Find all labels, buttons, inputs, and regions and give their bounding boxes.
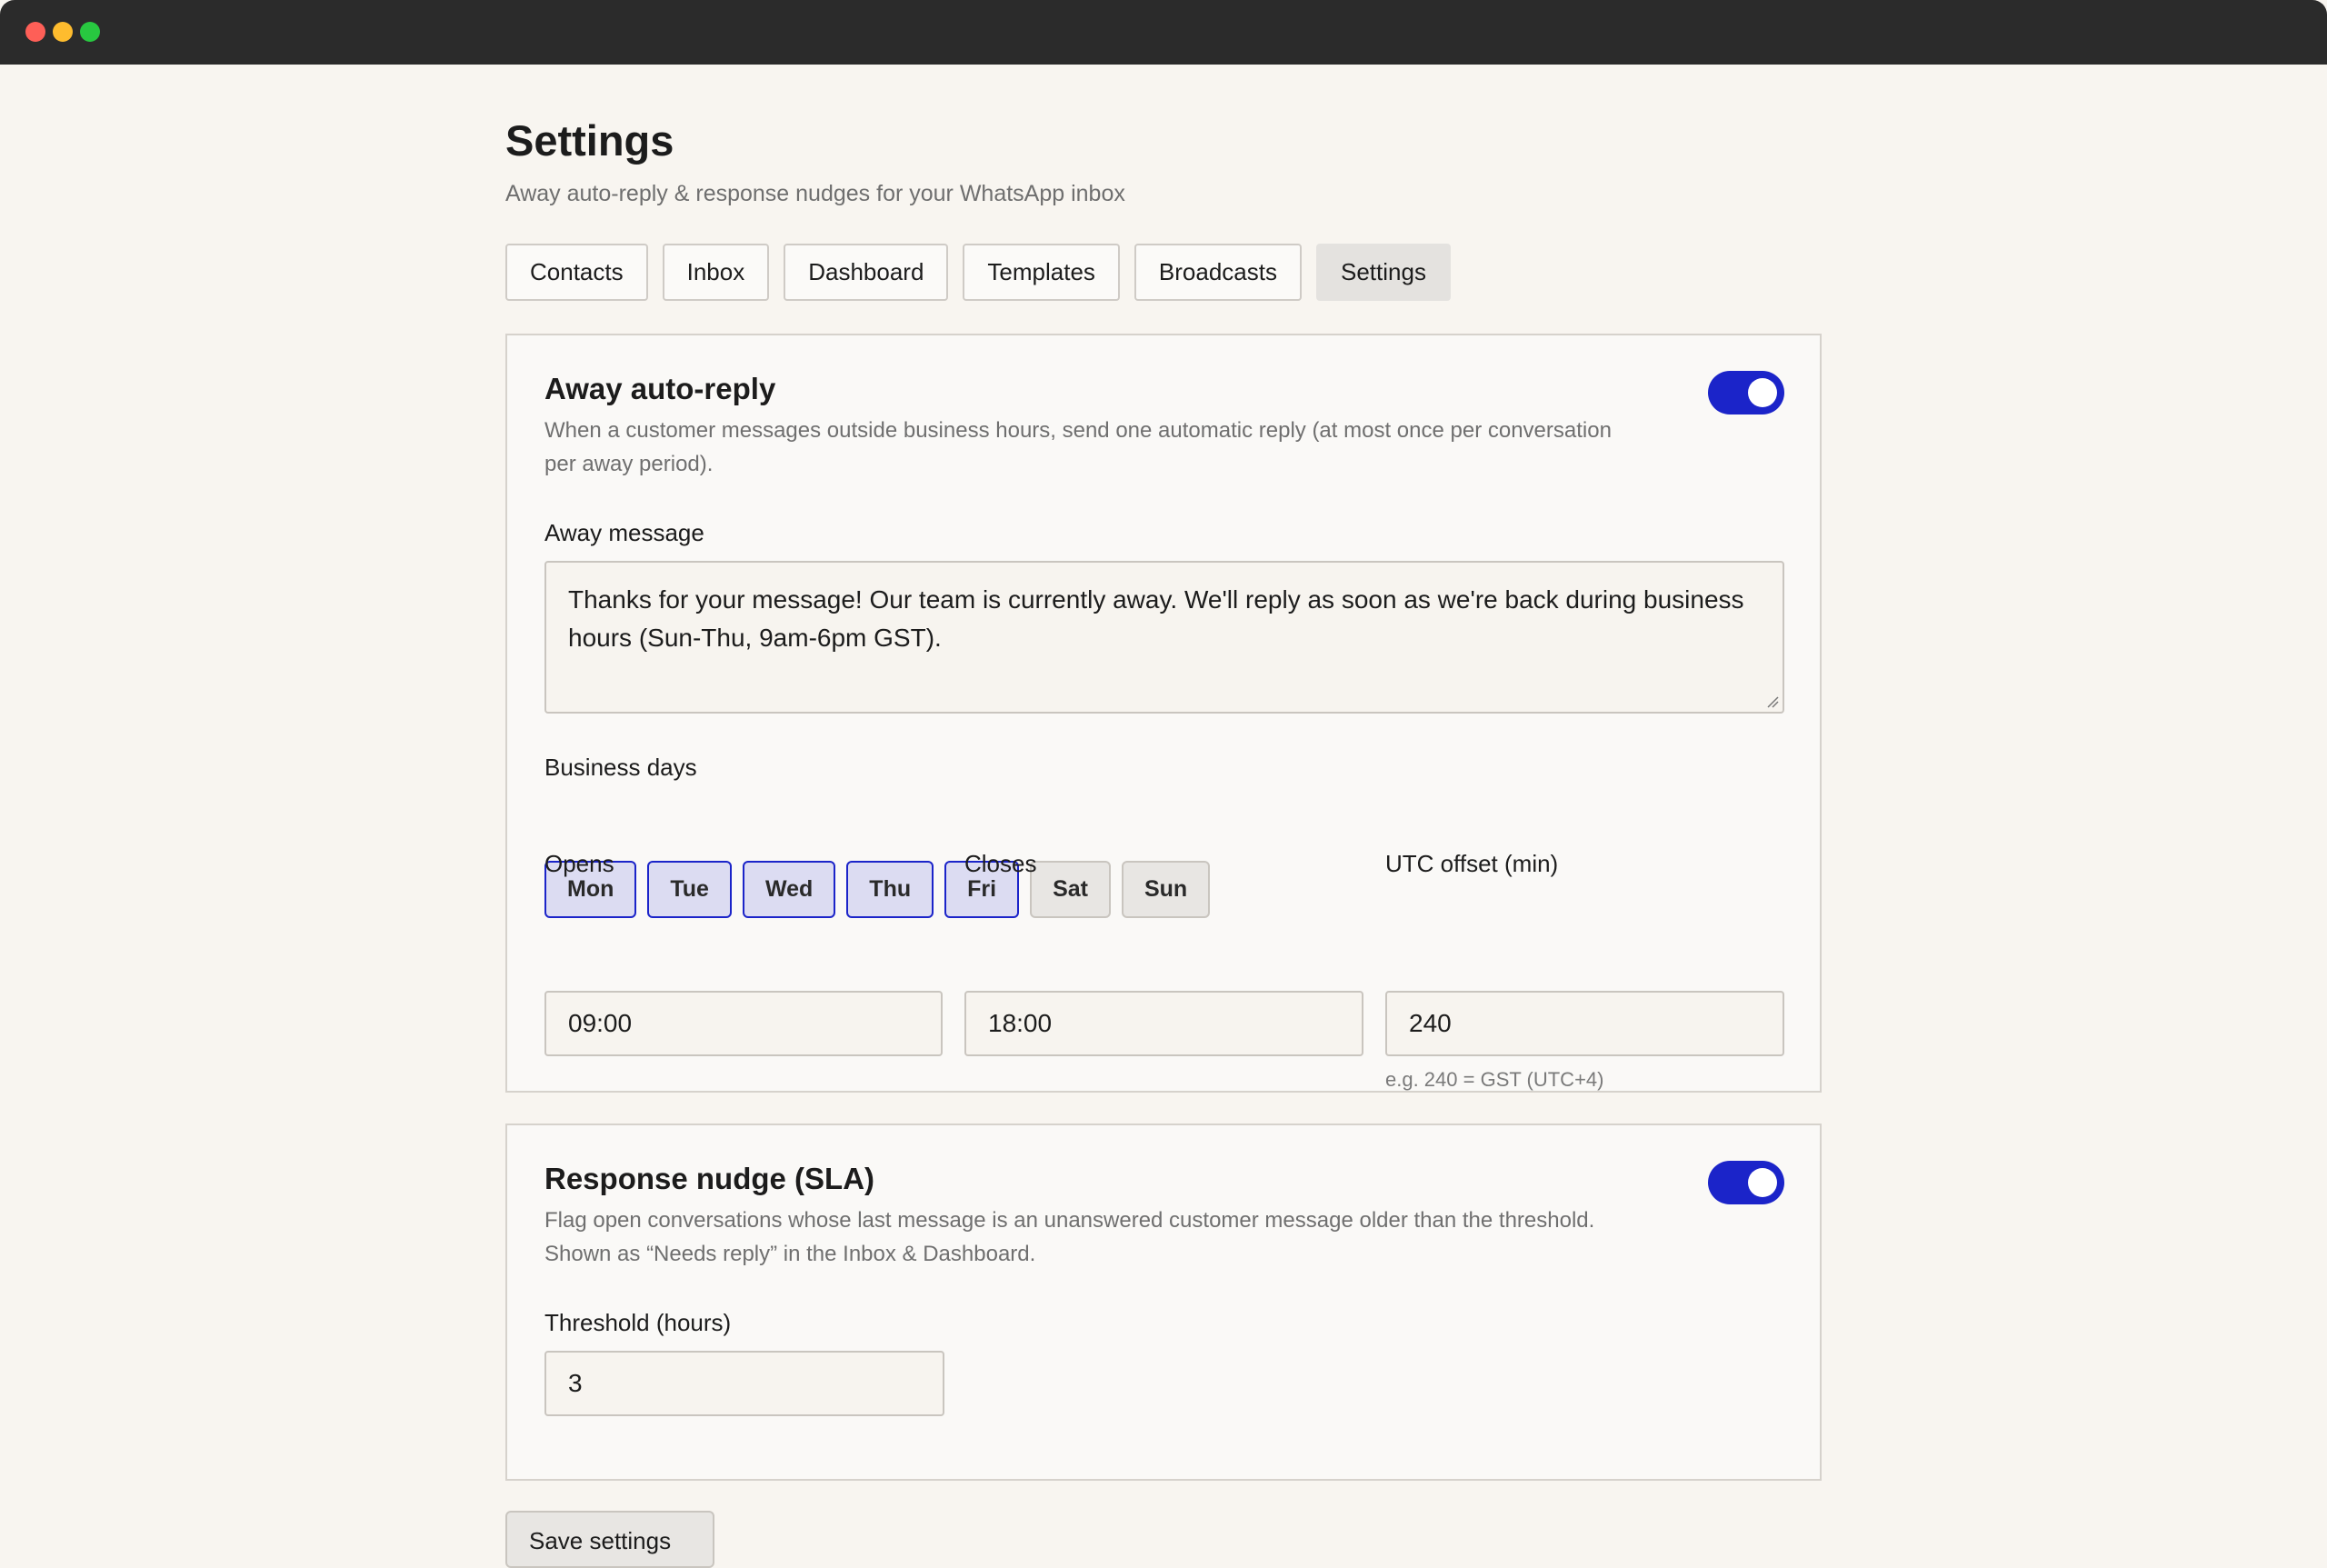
toggle-knob [1748, 378, 1777, 407]
day-toggle-tue[interactable]: Tue [647, 861, 732, 918]
threshold-hours-input[interactable]: 3 [544, 1351, 944, 1416]
away-message-text: Thanks for your message! Our team is cur… [568, 585, 1744, 652]
day-toggle-sat[interactable]: Sat [1030, 861, 1111, 918]
utc-offset-input[interactable]: 240 [1385, 991, 1784, 1056]
minimize-window-button[interactable] [53, 22, 73, 42]
nav-tabs: Contacts Inbox Dashboard Templates Broad… [505, 244, 1465, 301]
day-toggle-sun[interactable]: Sun [1121, 861, 1211, 918]
tab-dashboard[interactable]: Dashboard [784, 244, 949, 301]
tab-templates[interactable]: Templates [963, 244, 1120, 301]
response-nudge-title: Response nudge (SLA) [544, 1162, 875, 1195]
utc-offset-hint: e.g. 240 = GST (UTC+4) [1385, 1068, 1604, 1091]
business-days-label: Business days [544, 754, 697, 781]
close-window-button[interactable] [25, 22, 45, 42]
away-auto-reply-title: Away auto-reply [544, 372, 776, 405]
away-message-label: Away message [544, 519, 704, 546]
closes-time-input[interactable]: 18:00 [964, 991, 1363, 1056]
day-toggle-wed[interactable]: Wed [742, 861, 836, 918]
opens-time-input[interactable]: 09:00 [544, 991, 943, 1056]
tab-inbox[interactable]: Inbox [662, 244, 770, 301]
threshold-label: Threshold (hours) [544, 1309, 732, 1336]
utc-offset-label: UTC offset (min) [1385, 850, 1559, 877]
closes-label: Closes [964, 850, 1037, 877]
save-settings-button[interactable]: Save settings [505, 1511, 714, 1568]
tab-settings[interactable]: Settings [1316, 244, 1451, 301]
away-auto-reply-toggle[interactable] [1708, 371, 1784, 414]
day-toggle-thu[interactable]: Thu [846, 861, 934, 918]
away-auto-reply-card: Away auto-reply When a customer messages… [505, 334, 1822, 1093]
opens-label: Opens [544, 850, 614, 877]
resize-handle-icon[interactable] [1766, 695, 1779, 708]
away-auto-reply-description: When a customer messages outside busines… [544, 418, 1612, 476]
away-message-textarea[interactable]: Thanks for your message! Our team is cur… [544, 561, 1784, 714]
maximize-window-button[interactable] [80, 22, 100, 42]
page-title: Settings [505, 116, 674, 165]
page-subtitle: Away auto-reply & response nudges for yo… [505, 181, 1125, 206]
response-nudge-toggle[interactable] [1708, 1161, 1784, 1204]
window-titlebar [0, 0, 2327, 65]
business-days-group: Mon Tue Wed Thu Fri Sat Sun [544, 861, 1221, 918]
tab-broadcasts[interactable]: Broadcasts [1134, 244, 1302, 301]
tab-contacts[interactable]: Contacts [505, 244, 648, 301]
toggle-knob [1748, 1168, 1777, 1197]
response-nudge-card: Response nudge (SLA) Flag open conversat… [505, 1124, 1822, 1481]
response-nudge-description: Flag open conversations whose last messa… [544, 1208, 1595, 1266]
